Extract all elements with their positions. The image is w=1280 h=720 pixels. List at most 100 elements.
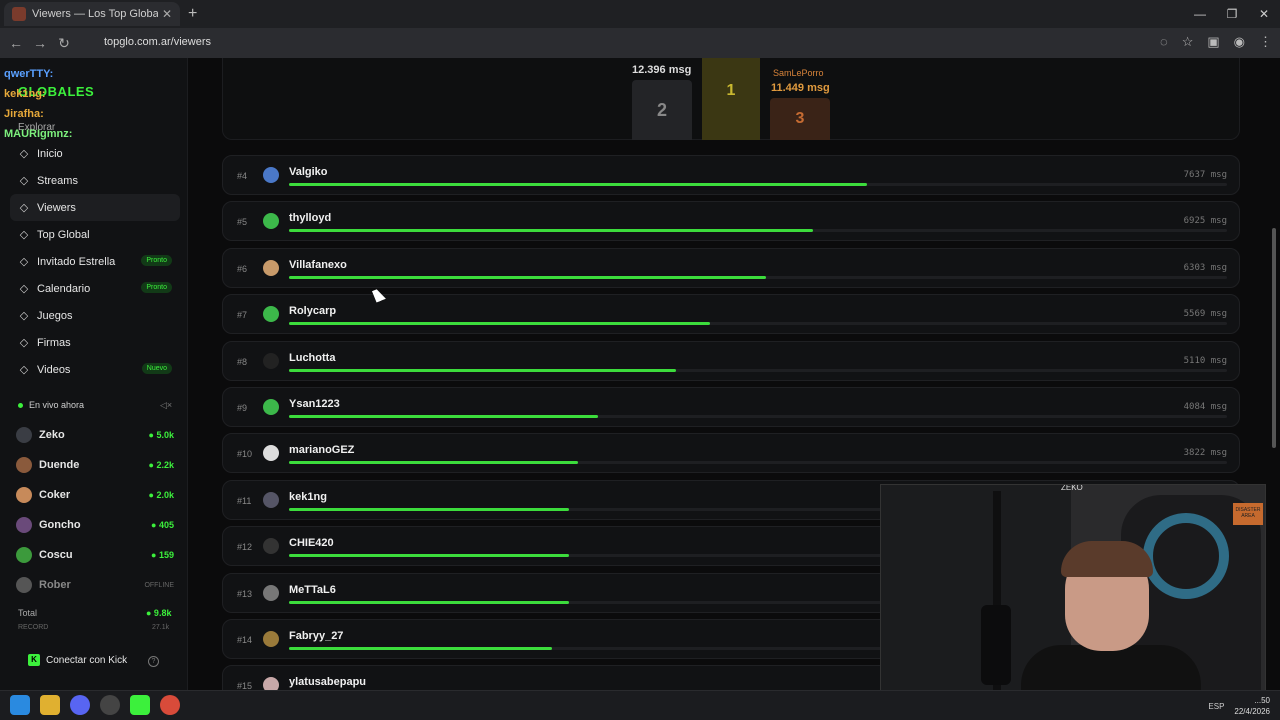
- trophy-icon: ◇: [19, 228, 29, 241]
- username[interactable]: Rolycarp: [289, 305, 336, 317]
- file-explorer-icon[interactable]: [40, 695, 60, 715]
- language-indicator[interactable]: ESP: [1208, 702, 1224, 711]
- streamer-item[interactable]: Coker ● 2.0k: [16, 480, 176, 510]
- scrollbar[interactable]: [1270, 58, 1278, 690]
- username[interactable]: Valgiko: [289, 166, 328, 178]
- streamer-item[interactable]: Goncho ● 405: [16, 510, 176, 540]
- scrollbar-thumb[interactable]: [1272, 228, 1276, 448]
- new-tab-icon[interactable]: +: [188, 5, 197, 23]
- avatar: [263, 306, 279, 323]
- progress-track: [289, 322, 1227, 326]
- table-row[interactable]: #10 marianoGEZ 3822 msg: [222, 433, 1240, 474]
- sidebar-item-calendario[interactable]: ◇ Calendario Pronto: [10, 275, 180, 302]
- streamer-name: Zeko: [39, 429, 65, 441]
- username[interactable]: thylloyd: [289, 212, 331, 224]
- sidebar-item-invitado-estrella[interactable]: ◇ Invitado Estrella Pronto: [10, 248, 180, 275]
- reload-icon[interactable]: ↻: [52, 35, 76, 52]
- minimize-icon[interactable]: —: [1184, 0, 1216, 28]
- avatar: [263, 213, 279, 230]
- username[interactable]: Luchotta: [289, 352, 335, 364]
- sidebar-item-firmas[interactable]: ◇ Firmas: [10, 329, 180, 356]
- sidebar-item-label: Inicio: [37, 147, 63, 160]
- table-row[interactable]: #9 Ysan1223 4084 msg: [222, 386, 1240, 427]
- chat-message: qwerTTY:: [4, 68, 54, 80]
- progress-fill: [289, 646, 553, 650]
- rank-number: #14: [237, 634, 253, 645]
- rank-number: #13: [237, 588, 253, 599]
- third-place-msg: 11.449 msg: [771, 82, 830, 94]
- kick-icon: K: [28, 654, 40, 666]
- settings-icon[interactable]: [100, 695, 120, 715]
- sidebar-item-label: Viewers: [37, 201, 76, 214]
- streamer-item[interactable]: Zeko ● 5.0k: [16, 420, 176, 450]
- progress-fill: [289, 414, 599, 418]
- home-icon: ◇: [19, 147, 29, 160]
- progress-fill: [289, 322, 711, 326]
- sidebar-item-videos[interactable]: ◇ Videos Nuevo: [10, 356, 180, 383]
- message-count: 5110 msg: [1183, 355, 1227, 366]
- username[interactable]: ylatusabepapu: [289, 676, 366, 688]
- username[interactable]: kek1ng: [289, 491, 327, 503]
- sidebar-item-juegos[interactable]: ◇ Juegos: [10, 302, 180, 329]
- table-row[interactable]: #5 thylloyd 6925 msg: [222, 201, 1240, 242]
- streamer-item[interactable]: Coscu ● 159: [16, 540, 176, 570]
- menu-icon[interactable]: ⋮: [1259, 34, 1272, 50]
- sidebar-item-top-global[interactable]: ◇ Top Global: [10, 221, 180, 248]
- forward-icon[interactable]: →: [28, 35, 52, 51]
- system-tray: ESP ...50 22/4/2026: [1208, 695, 1270, 717]
- username[interactable]: marianoGEZ: [289, 444, 354, 456]
- restore-icon[interactable]: ❐: [1216, 0, 1248, 28]
- discord-icon[interactable]: [70, 695, 90, 715]
- extensions-icon[interactable]: ▣: [1207, 34, 1219, 50]
- webcam-label: ZEKO: [1061, 484, 1083, 492]
- sidebar-item-streams[interactable]: ◇ Streams: [10, 167, 180, 194]
- streamer-name: Goncho: [39, 519, 81, 531]
- status-badge: Pronto: [141, 255, 172, 266]
- rank-number: #11: [237, 495, 252, 506]
- play-icon: ◇: [19, 363, 29, 376]
- table-row[interactable]: #8 Luchotta 5110 msg: [222, 340, 1240, 381]
- taskbar: ESP ...50 22/4/2026: [0, 690, 1280, 720]
- sidebar-item-inicio[interactable]: ◇ Inicio: [10, 140, 180, 167]
- table-row[interactable]: #6 Villafanexo 6303 msg: [222, 247, 1240, 288]
- close-window-icon[interactable]: ✕: [1248, 0, 1280, 28]
- viewer-count: ● 5.0k: [148, 430, 174, 440]
- streamer-item[interactable]: Rober OFFLINE: [16, 570, 176, 600]
- message-count: 3822 msg: [1183, 448, 1227, 459]
- help-icon[interactable]: ?: [148, 656, 159, 667]
- sidebar-item-label: Videos: [37, 363, 71, 376]
- live-header-label: En vivo ahora: [29, 400, 85, 410]
- sidebar-item-label: Firmas: [37, 336, 71, 349]
- url-field[interactable]: topglo.com.ar/viewers: [104, 36, 211, 48]
- third-place-name[interactable]: SamLePorro: [773, 68, 824, 78]
- username[interactable]: Fabryy_27: [289, 630, 343, 642]
- avatar: [16, 427, 32, 443]
- username[interactable]: Ysan1223: [289, 398, 340, 410]
- username[interactable]: Villafanexo: [289, 259, 347, 271]
- username[interactable]: CHIE420: [289, 537, 334, 549]
- close-tab-icon[interactable]: ✕: [162, 7, 172, 21]
- username[interactable]: MeTTaL6: [289, 584, 336, 596]
- profile-icon[interactable]: ◉: [1234, 34, 1245, 50]
- streamer-item[interactable]: Duende ● 2.2k: [16, 450, 176, 480]
- connect-kick-button[interactable]: K Conectar con Kick: [28, 654, 127, 666]
- mute-icon[interactable]: ◁×: [160, 400, 172, 411]
- browser-tab[interactable]: Viewers — Los Top Globales | L ✕: [4, 2, 180, 26]
- live-header: En vivo ahora: [18, 400, 84, 410]
- sidebar: GLOBALES Explorar ◇ Inicio ◇ Streams ◇ Viewer…: [0, 58, 188, 690]
- eye-off-icon[interactable]: ◌: [1160, 34, 1168, 50]
- chrome-icon[interactable]: [160, 695, 180, 715]
- avatar: [16, 547, 32, 563]
- bookmark-star-icon[interactable]: ☆: [1182, 34, 1194, 50]
- clock[interactable]: ...50 22/4/2026: [1234, 695, 1270, 717]
- streamer-name: Coscu: [39, 549, 73, 561]
- kick-app-icon[interactable]: [130, 695, 150, 715]
- table-row[interactable]: #4 Valgiko 7637 msg: [222, 155, 1240, 195]
- viewer-count: ● 2.2k: [148, 460, 174, 470]
- table-row[interactable]: #7 Rolycarp 5569 msg: [222, 294, 1240, 335]
- gamepad-icon: ◇: [19, 309, 29, 322]
- back-icon[interactable]: ←: [4, 35, 28, 51]
- sidebar-item-viewers[interactable]: ◇ Viewers: [10, 194, 180, 221]
- record-value: 27.1k: [152, 624, 170, 631]
- windows-start-icon[interactable]: [10, 695, 30, 715]
